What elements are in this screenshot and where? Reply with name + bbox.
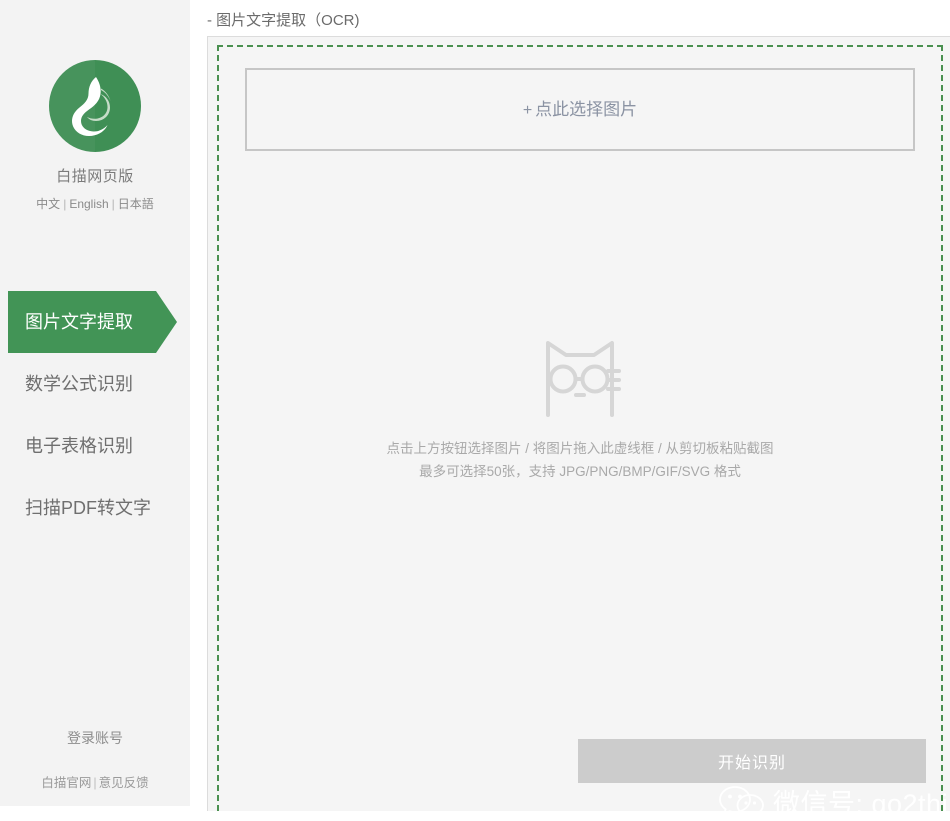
lang-link-ja[interactable]: 日本語 — [118, 197, 154, 211]
active-arrow-icon — [156, 291, 177, 353]
sidebar-item-label: 电子表格识别 — [25, 436, 133, 456]
plus-icon: + — [522, 102, 533, 119]
sidebar-item-image-ocr[interactable]: 图片文字提取 — [8, 291, 177, 353]
select-image-button[interactable]: + 点此选择图片 — [245, 68, 915, 151]
dropzone-hint-line-2: 最多可选择50张，支持 JPG/PNG/BMP/GIF/SVG 格式 — [419, 464, 741, 479]
lang-link-en[interactable]: English — [69, 197, 108, 211]
lang-separator-2: | — [111, 197, 115, 211]
sidebar-item-label: 图片文字提取 — [25, 312, 133, 332]
language-switcher: 中文 | English | 日本語 — [0, 195, 190, 212]
main-content: - 图片文字提取（OCR) + 点此选择图片 点击上方按钮选择图片 / 将图片拖… — [190, 0, 950, 819]
page-title: - 图片文字提取（OCR) — [207, 12, 360, 29]
lang-separator-1: | — [63, 197, 67, 211]
cat-logo-icon — [49, 60, 141, 152]
sidebar-item-formula-ocr[interactable]: 数学公式识别 — [8, 353, 190, 415]
cat-placeholder-icon — [546, 341, 621, 417]
feedback-link[interactable]: 意见反馈 — [99, 776, 149, 790]
sidebar: 白描网页版 中文 | English | 日本語 图片文字提取 数学公式识别 电子表格识… — [0, 0, 190, 806]
brand-block: 白描网页版 中文 | English | 日本語 — [0, 60, 190, 212]
cat-logo-glyph — [72, 77, 111, 136]
lang-link-zh[interactable]: 中文 — [36, 197, 60, 211]
wechat-watermark: 微信号: go2think — [719, 782, 950, 821]
wechat-icon — [719, 785, 764, 819]
ocr-panel: + 点此选择图片 点击上方按钮选择图片 / 将图片拖入此虚线框 / 从剪切板粘贴… — [207, 36, 950, 819]
sidebar-nav: 图片文字提取 数学公式识别 电子表格识别 扫描PDF转文字 — [0, 291, 190, 539]
sidebar-footer: 白描官网 | 意见反馈 — [0, 772, 190, 791]
sidebar-item-label: 扫描PDF转文字 — [25, 498, 151, 518]
dropzone-hint-line-1: 点击上方按钮选择图片 / 将图片拖入此虚线框 / 从剪切板粘贴截图 — [386, 441, 774, 456]
sidebar-item-pdf-to-text[interactable]: 扫描PDF转文字 — [8, 477, 190, 539]
sidebar-item-label: 数学公式识别 — [25, 374, 133, 394]
login-account-link[interactable]: 登录账号 — [0, 728, 190, 748]
select-image-label: 点此选择图片 — [535, 100, 638, 119]
empty-state: 点击上方按钮选择图片 / 将图片拖入此虚线框 / 从剪切板粘贴截图 最多可选择5… — [219, 327, 941, 483]
brand-name: 白描网页版 — [56, 168, 134, 185]
start-recognition-button[interactable]: 开始识别 — [578, 739, 926, 783]
footer-separator: | — [93, 776, 97, 790]
watermark-text: 微信号: go2think — [773, 789, 950, 819]
sidebar-item-table-ocr[interactable]: 电子表格识别 — [8, 415, 190, 477]
login-account-label: 登录账号 — [67, 730, 123, 746]
image-dropzone[interactable]: + 点此选择图片 点击上方按钮选择图片 / 将图片拖入此虚线框 / 从剪切板粘贴… — [217, 45, 950, 819]
official-site-link[interactable]: 白描官网 — [41, 776, 91, 790]
